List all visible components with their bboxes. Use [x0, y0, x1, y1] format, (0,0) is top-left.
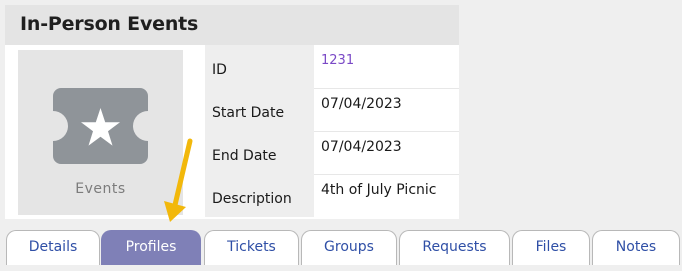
tab-profiles[interactable]: Profiles	[101, 230, 201, 265]
row-label: Start Date	[205, 88, 314, 131]
tab-requests[interactable]: Requests	[399, 230, 510, 265]
tab-bar: Details Profiles Tickets Groups Requests…	[0, 230, 682, 271]
page-title: In-Person Events	[20, 13, 199, 35]
tab-files[interactable]: Files	[512, 230, 590, 265]
tab-details[interactable]: Details	[6, 230, 100, 265]
tab-tickets[interactable]: Tickets	[204, 230, 299, 265]
arrow-down-icon	[164, 138, 193, 222]
start-date-value: 07/04/2023	[321, 96, 402, 112]
tab-groups[interactable]: Groups	[301, 230, 397, 265]
row-description: Description 4th of July Picnic	[205, 174, 459, 217]
description-value: 4th of July Picnic	[321, 182, 437, 198]
id-link[interactable]: 1231	[321, 53, 354, 68]
event-panel: In-Person Events Events ID 1231 Start Da…	[5, 5, 459, 219]
row-id: ID 1231	[205, 45, 459, 89]
row-start-date: Start Date 07/04/2023	[205, 88, 459, 132]
ticket-star-icon	[53, 88, 148, 164]
event-thumbnail: Events	[18, 50, 183, 215]
end-date-value: 07/04/2023	[321, 139, 402, 155]
thumbnail-label: Events	[75, 181, 126, 197]
row-label: Description	[205, 174, 314, 217]
details-table: ID 1231 Start Date 07/04/2023 End Date 0…	[205, 45, 459, 219]
row-label: End Date	[205, 131, 314, 174]
row-label: ID	[205, 45, 314, 88]
tab-notes[interactable]: Notes	[592, 230, 680, 265]
panel-header: In-Person Events	[5, 5, 459, 45]
row-end-date: End Date 07/04/2023	[205, 131, 459, 175]
